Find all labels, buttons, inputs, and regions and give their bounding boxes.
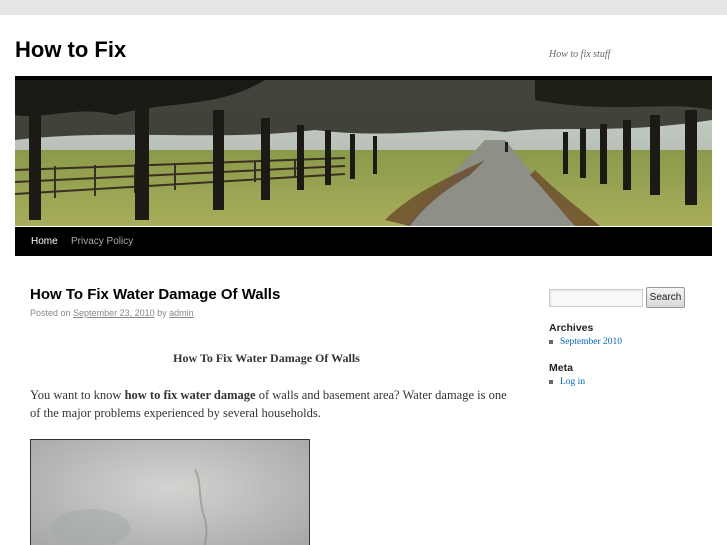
archives-link-september-2010[interactable]: September 2010 bbox=[560, 337, 622, 347]
nav-item-privacy-policy[interactable]: Privacy Policy bbox=[63, 227, 141, 256]
para-text-before: You want to know bbox=[30, 388, 125, 402]
bullet-icon bbox=[549, 339, 553, 344]
login-link[interactable]: Log in bbox=[560, 377, 585, 387]
browser-top-strip bbox=[0, 0, 727, 15]
post-meta-prefix: Posted on bbox=[30, 308, 71, 318]
bullet-icon bbox=[549, 379, 553, 384]
post-content-heading: How To Fix Water Damage Of Walls bbox=[173, 351, 360, 365]
meta-widget-title: Meta bbox=[549, 362, 573, 374]
post-title[interactable]: How To Fix Water Damage Of Walls bbox=[30, 286, 280, 303]
site-title[interactable]: How to Fix bbox=[15, 37, 126, 63]
archives-item: September 2010 bbox=[549, 337, 622, 347]
para-text-bold: how to fix water damage bbox=[124, 388, 256, 402]
page: How to Fix How to fix stuff Home Privacy… bbox=[0, 15, 727, 545]
post-author-link[interactable]: admin bbox=[169, 308, 194, 318]
header-banner-image bbox=[15, 80, 712, 226]
search-input[interactable] bbox=[549, 289, 643, 307]
post-paragraph: You want to know how to fix water damage… bbox=[30, 386, 510, 422]
main-navigation: Home Privacy Policy bbox=[15, 227, 712, 256]
site-description: How to fix stuff bbox=[549, 49, 611, 60]
archives-widget-title: Archives bbox=[549, 322, 594, 334]
meta-item: Log in bbox=[549, 377, 585, 387]
post-meta-by: by bbox=[157, 308, 167, 318]
nav-item-home[interactable]: Home bbox=[23, 227, 66, 256]
search-button[interactable]: Search bbox=[646, 287, 685, 308]
post-image-water-damaged-wall bbox=[30, 439, 310, 545]
post-meta: Posted on September 23, 2010 by admin bbox=[30, 308, 194, 318]
post-date-link[interactable]: September 23, 2010 bbox=[73, 308, 155, 318]
